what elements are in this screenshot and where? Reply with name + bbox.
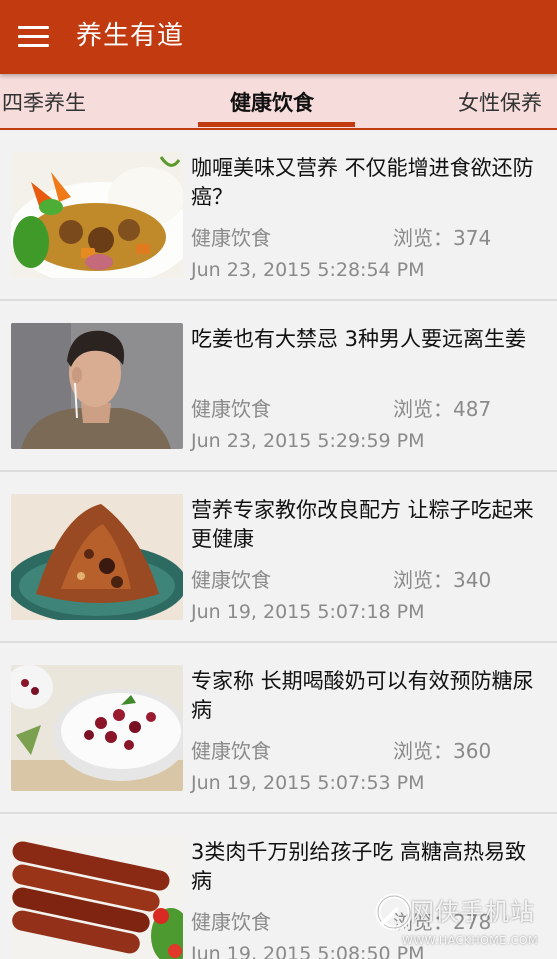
article-title: 咖喱美味又营养 不仅能增进食欲还防癌？: [191, 156, 534, 209]
zongzi-image: [11, 494, 183, 620]
sausage-image: [11, 836, 183, 959]
article-category: 健康饮食: [191, 568, 271, 592]
article-view-count: 浏览：374: [393, 226, 492, 250]
article-category: 健康饮食: [191, 397, 271, 421]
article-date: Jun 19, 2015 5:07:53 PM: [191, 772, 425, 794]
article-category: 健康饮食: [191, 226, 271, 250]
tab-healthy-diet[interactable]: 健康饮食: [230, 88, 314, 118]
list-item[interactable]: 营养专家教你改良配方 让粽子吃起来更健康 健康饮食 浏览：340 Jun 19,…: [0, 472, 557, 643]
list-item[interactable]: 3类肉千万别给孩子吃 高糖高热易致病 健康饮食 浏览：278 Jun 19, 2…: [0, 814, 557, 959]
article-date: Jun 19, 2015 5:07:18 PM: [191, 601, 425, 623]
article-category: 健康饮食: [191, 910, 271, 934]
hamburger-menu-icon[interactable]: [18, 26, 49, 48]
article-category: 健康饮食: [191, 739, 271, 763]
article-title: 营养专家教你改良配方 让粽子吃起来更健康: [191, 498, 534, 551]
article-view-count: 浏览：360: [393, 739, 492, 763]
article-title: 吃姜也有大禁忌 3种男人要远离生姜: [191, 327, 527, 351]
article-title: 3类肉千万别给孩子吃 高糖高热易致病: [191, 840, 527, 893]
list-item[interactable]: 吃姜也有大禁忌 3种男人要远离生姜 健康饮食 浏览：487 Jun 23, 20…: [0, 301, 557, 472]
article-title: 专家称 长期喝酸奶可以有效预防糖尿病: [191, 669, 534, 722]
man-portrait-image: [11, 323, 183, 449]
article-date: Jun 23, 2015 5:28:54 PM: [191, 259, 425, 281]
article-date: Jun 23, 2015 5:29:59 PM: [191, 430, 425, 452]
list-item[interactable]: 专家称 长期喝酸奶可以有效预防糖尿病 健康饮食 浏览：360 Jun 19, 2…: [0, 643, 557, 814]
category-tab-bar: 四季养生 健康饮食 女性保养: [0, 74, 557, 130]
yogurt-image: [11, 665, 183, 791]
article-view-count: 浏览：487: [393, 397, 492, 421]
curry-rice-image: [11, 152, 183, 278]
article-view-count: 浏览：278: [393, 910, 492, 934]
app-title: 养生有道: [76, 21, 185, 51]
list-item[interactable]: 咖喱美味又营养 不仅能增进食欲还防癌？ 健康饮食 浏览：374 Jun 23, …: [0, 130, 557, 301]
tab-women-care[interactable]: 女性保养: [458, 88, 542, 118]
article-view-count: 浏览：340: [393, 568, 492, 592]
app-bar: 养生有道: [0, 0, 557, 74]
tab-four-seasons[interactable]: 四季养生: [2, 88, 86, 118]
article-date: Jun 19, 2015 5:08:50 PM: [191, 943, 425, 959]
article-list[interactable]: 咖喱美味又营养 不仅能增进食欲还防癌？ 健康饮食 浏览：374 Jun 23, …: [0, 130, 557, 959]
selected-tab-indicator: [198, 122, 355, 127]
